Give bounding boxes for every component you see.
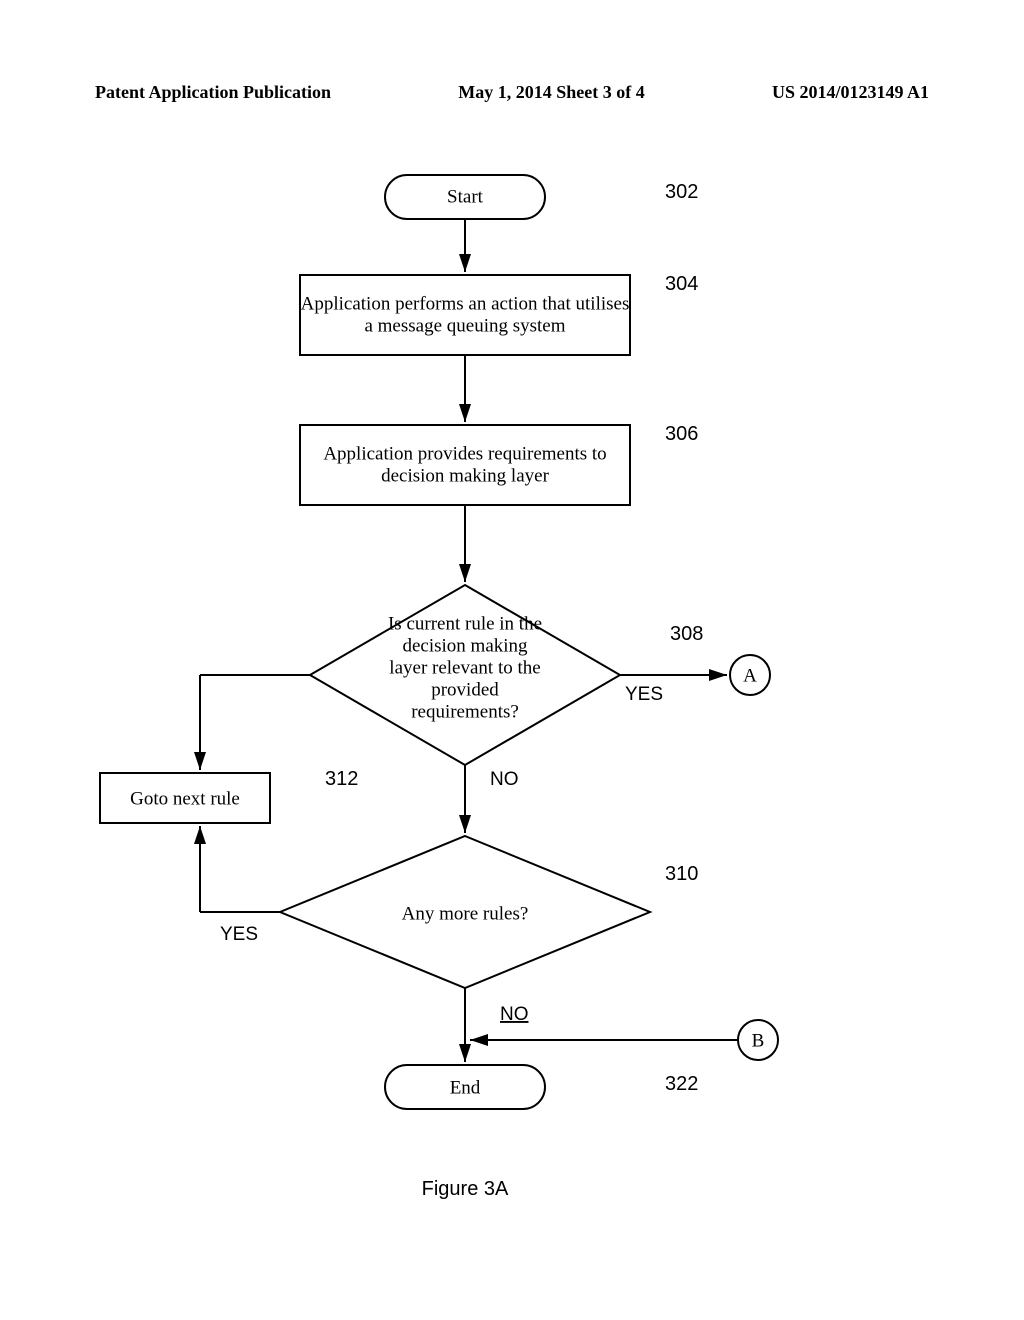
ref-312: 312	[325, 768, 358, 790]
step-306: Application provides requirements to dec…	[300, 425, 630, 505]
step304-line2: a message queuing system	[364, 315, 565, 336]
dec308-l3: layer relevant to the	[389, 657, 540, 678]
dec310-label: Any more rules?	[402, 903, 529, 924]
step306-line1: Application provides requirements to	[323, 443, 606, 464]
ref-310: 310	[665, 863, 698, 885]
end-label: End	[450, 1077, 481, 1098]
step304-line1: Application performs an action that util…	[301, 293, 630, 314]
label-yes-310: YES	[220, 924, 258, 945]
connector-B-label: B	[752, 1030, 765, 1051]
ref-306: 306	[665, 423, 698, 445]
ref-322: 322	[665, 1073, 698, 1095]
start-node: Start	[385, 175, 545, 219]
ref-302: 302	[665, 181, 698, 203]
goto-next-rule: Goto next rule	[100, 773, 270, 823]
connector-A: A	[730, 655, 770, 695]
ref-308: 308	[670, 623, 703, 645]
dec308-l2: decision making	[402, 635, 528, 656]
label-no-310: NO	[500, 1004, 529, 1025]
figure-caption: Figure 3A	[422, 1178, 509, 1200]
dec308-l5: requirements?	[411, 701, 519, 722]
end-node: End	[385, 1065, 545, 1109]
dec308-l1: Is current rule in the	[388, 613, 542, 634]
goto-label: Goto next rule	[130, 788, 240, 809]
connector-B: B	[738, 1020, 778, 1060]
connector-A-label: A	[743, 665, 757, 686]
label-yes-308: YES	[625, 684, 663, 705]
decision-308: Is current rule in the decision making l…	[310, 585, 620, 765]
label-no-308: NO	[490, 769, 519, 790]
step306-line2: decision making layer	[381, 465, 549, 486]
dec308-l4: provided	[431, 679, 499, 700]
ref-304: 304	[665, 273, 698, 295]
start-label: Start	[447, 186, 484, 207]
step-304: Application performs an action that util…	[300, 275, 630, 355]
flowchart: Start 302 Application performs an action…	[0, 0, 1024, 1320]
decision-310: Any more rules?	[280, 836, 650, 988]
